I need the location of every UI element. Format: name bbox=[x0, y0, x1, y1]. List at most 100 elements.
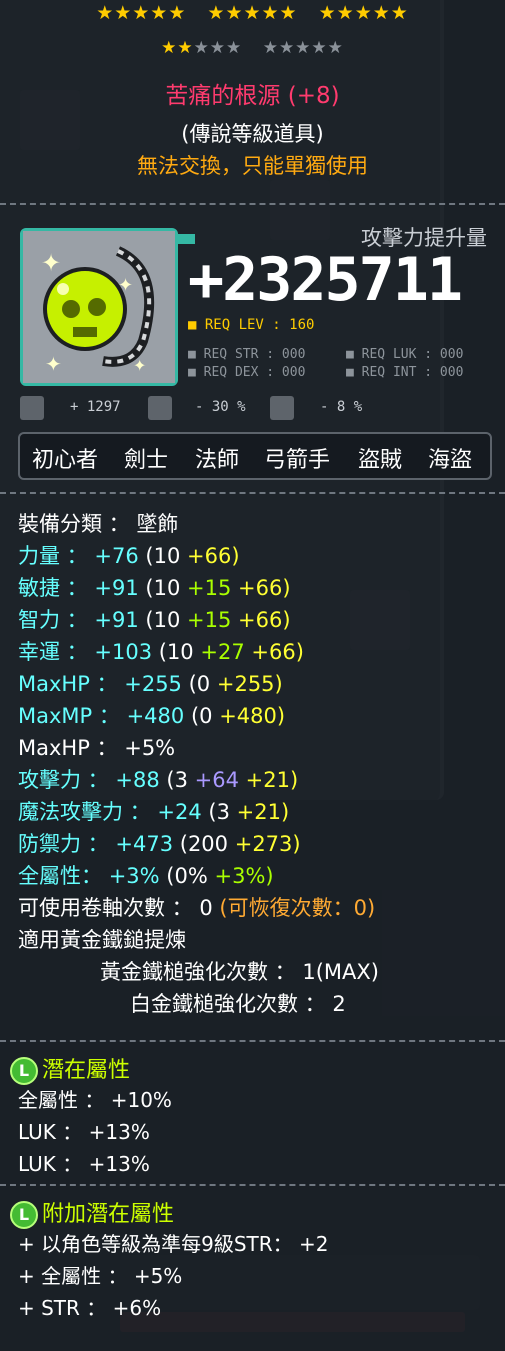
req-level: ■ REQ LEV : 160 bbox=[188, 317, 315, 333]
potential-grade-badge: L bbox=[10, 1057, 38, 1085]
stat-starforce: +21) bbox=[245, 768, 299, 792]
item-grade: (傳說等級道具) bbox=[181, 122, 324, 146]
stat-maxmp: MaxMP ： +480 (0 +480) bbox=[18, 700, 379, 732]
potential-lines: 全屬性 ： +10% LUK ： +13% LUK ： +13% bbox=[18, 1084, 172, 1180]
stat-label: 敏捷 ： bbox=[18, 576, 88, 600]
stat-int: 智力 ： +91 (10 +15 +66) bbox=[18, 604, 379, 636]
stat-label: 幸運 ： bbox=[18, 640, 88, 664]
platinum-hammer-count: 白金鐵槌強化次數 ： 2 bbox=[130, 992, 346, 1016]
job-requirement-bar: 初心者 劍士 法師 弓箭手 盜賊 海盜 bbox=[18, 432, 492, 480]
golden-hammer-count: 黃金鐵槌強化次數 ： 1(MAX) bbox=[100, 960, 379, 984]
shield-icon bbox=[270, 396, 294, 420]
req-dex: ■ REQ DEX : 000 bbox=[188, 365, 306, 380]
stat-flame: +3%) bbox=[214, 864, 274, 888]
stat-all-stat: 全屬性： +3% (0% +3%) bbox=[18, 860, 379, 892]
stat-label: 魔法攻擊力 ： bbox=[18, 800, 151, 824]
starforce-stars: ★★★★★ ★★★★★ ★★★★★ bbox=[0, 2, 505, 24]
stat-flame: +27 bbox=[200, 640, 245, 664]
job-magician: 法師 bbox=[195, 448, 240, 473]
stat-label: 力量 ： bbox=[18, 544, 88, 568]
star-group: ★★★★★ bbox=[207, 2, 298, 24]
attack-increase-value: +2325711 bbox=[188, 245, 463, 315]
potential-line: LUK ： +13% bbox=[18, 1152, 150, 1176]
item-stats: 裝備分類 ： 墜飾 力量 ： +76 (10 +66) 敏捷 ： +91 (10… bbox=[18, 508, 379, 1020]
star-filled: ★★ bbox=[161, 38, 194, 58]
stat-label: 防禦力 ： bbox=[18, 832, 109, 856]
star-group: ★★★★★ bbox=[318, 2, 409, 24]
stat-base: (10 bbox=[145, 608, 181, 632]
potential-line: 全屬性 ： +10% bbox=[18, 1088, 172, 1112]
stat-maxhp-percent: MaxHP ： +5% bbox=[18, 736, 176, 760]
additional-potential-line: + STR ： +6% bbox=[18, 1296, 162, 1320]
stat-starforce: +21) bbox=[236, 800, 290, 824]
job-thief: 盜賊 bbox=[358, 448, 403, 473]
divider bbox=[0, 1184, 505, 1186]
star-empty: ★★★★★ bbox=[262, 38, 344, 58]
job-warrior: 劍士 bbox=[124, 448, 169, 473]
stat-label: MaxHP ： bbox=[18, 672, 118, 696]
divider bbox=[0, 492, 505, 494]
job-pirate: 海盜 bbox=[428, 448, 473, 473]
stat-base: (0% bbox=[166, 864, 208, 888]
stat-enhance: +64 bbox=[194, 768, 239, 792]
stat-total: +91 bbox=[94, 576, 139, 600]
stat-starforce: +66) bbox=[238, 608, 291, 632]
stat-base: (200 bbox=[179, 832, 229, 856]
req-int: ■ REQ INT : 000 bbox=[346, 365, 464, 380]
svg-text:✦: ✦ bbox=[133, 356, 146, 375]
svg-text:✦: ✦ bbox=[41, 249, 61, 277]
job-beginner: 初心者 bbox=[32, 448, 99, 473]
item-icon-tag bbox=[175, 234, 195, 244]
scroll-recover-text: (可恢復次數：0) bbox=[219, 896, 376, 920]
stat-dex: 敏捷 ： +91 (10 +15 +66) bbox=[18, 572, 379, 604]
stat-total: +473 bbox=[115, 832, 174, 856]
svg-text:✦: ✦ bbox=[45, 352, 62, 376]
stat-starforce: +480) bbox=[219, 704, 286, 728]
stat-label: 攻擊力 ： bbox=[18, 768, 109, 792]
stat-total: +255 bbox=[124, 672, 182, 696]
starforce-stars-extra: ★★★★★ ★★★★★ bbox=[0, 38, 505, 58]
potential-title: 潛在屬性 bbox=[42, 1058, 131, 1083]
additional-potential-lines: + 以角色等級為準每9級STR： +2 + 全屬性 ： +5% + STR ： … bbox=[18, 1228, 329, 1324]
stat-label: 智力 ： bbox=[18, 608, 88, 632]
pendant-icon: ✦ ✦ ✦ ✦ bbox=[23, 231, 175, 383]
stat-base: (10 bbox=[145, 544, 181, 568]
boss-icon bbox=[148, 396, 172, 420]
stat-flame: +15 bbox=[187, 576, 232, 600]
stat-label: MaxMP ： bbox=[18, 704, 120, 728]
requirements: ■ REQ STR : 000 ■ REQ LUK : 000 ■ REQ DEX… bbox=[188, 346, 504, 382]
divider bbox=[0, 203, 505, 205]
scroll-slots: 可使用卷軸次數 ： 0 (可恢復次數：0) bbox=[18, 892, 379, 924]
trade-restriction: 無法交換，只能單獨使用 bbox=[137, 154, 368, 178]
additional-potential-grade-badge: L bbox=[10, 1201, 38, 1229]
stat-label: 全屬性： bbox=[18, 864, 102, 888]
stat-base: (0 bbox=[188, 672, 211, 696]
item-icon-frame: ✦ ✦ ✦ ✦ bbox=[20, 228, 178, 386]
req-luk: ■ REQ LUK : 000 bbox=[346, 347, 464, 362]
additional-potential-line: + 全屬性 ： +5% bbox=[18, 1264, 183, 1288]
req-str: ■ REQ STR : 000 bbox=[188, 347, 306, 362]
stat-maxhp: MaxHP ： +255 (0 +255) bbox=[18, 668, 379, 700]
item-tooltip: ★★★★★ ★★★★★ ★★★★★ ★★★★★ ★★★★★ 苦痛的根源 (+8)… bbox=[0, 0, 505, 1351]
stat-total: +91 bbox=[94, 608, 139, 632]
stat-total: +103 bbox=[94, 640, 153, 664]
stat-flame: +15 bbox=[187, 608, 232, 632]
stat-starforce: +66) bbox=[251, 640, 304, 664]
stat-total: +24 bbox=[157, 800, 202, 824]
stat-magic-attack: 魔法攻擊力 ： +24 (3 +21) bbox=[18, 796, 379, 828]
scroll-slots-text: 可使用卷軸次數 ： 0 bbox=[18, 896, 213, 920]
stat-base: (10 bbox=[158, 640, 194, 664]
stat-luk: 幸運 ： +103 (10 +27 +66) bbox=[18, 636, 379, 668]
stat-starforce: +66) bbox=[238, 576, 291, 600]
stat-str: 力量 ： +76 (10 +66) bbox=[18, 540, 379, 572]
stat-category: 裝備分類 ： 墜飾 bbox=[18, 512, 179, 536]
star-empty: ★★★ bbox=[193, 38, 243, 58]
stat-attack: 攻擊力 ： +88 (3 +64 +21) bbox=[18, 764, 379, 796]
mini-stat-value: + 1297 bbox=[70, 399, 121, 415]
crossed-swords-icon bbox=[20, 396, 44, 420]
stat-starforce: +66) bbox=[187, 544, 240, 568]
mini-stats-row: + 1297 - 30 % - 8 % bbox=[20, 396, 490, 422]
star-group: ★★★★★ bbox=[96, 2, 187, 24]
stat-total: +3% bbox=[108, 864, 160, 888]
stat-base: (10 bbox=[145, 576, 181, 600]
